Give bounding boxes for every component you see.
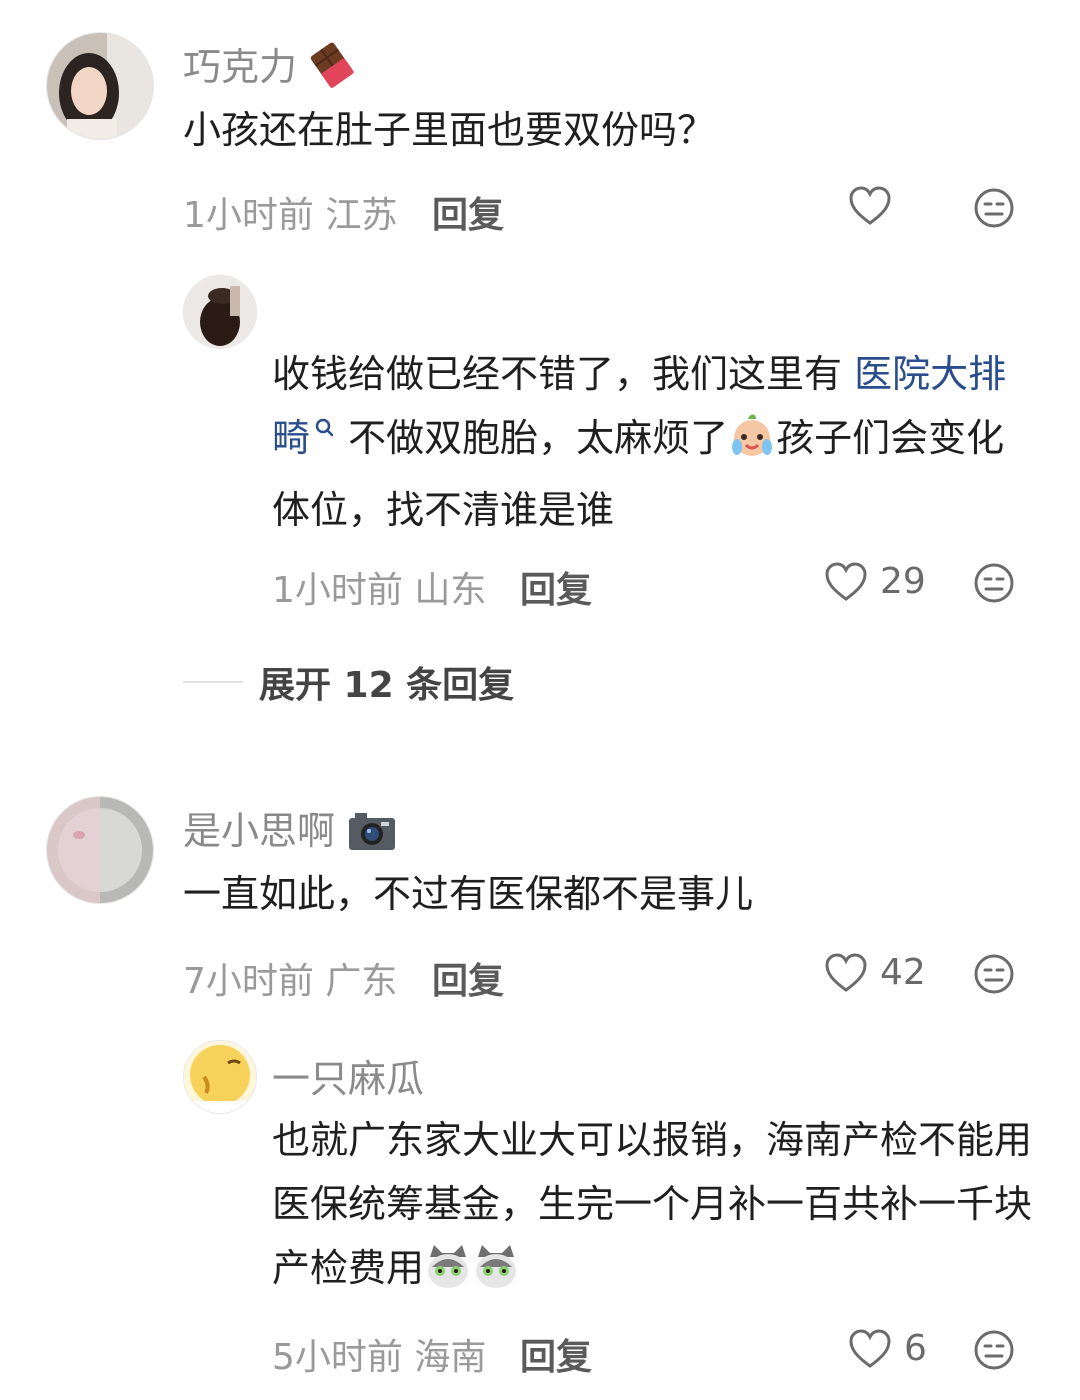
cat-emoji: [472, 1243, 520, 1308]
username[interactable]: 一只麻瓜: [272, 1048, 424, 1103]
timestamp: 1小时前: [272, 570, 403, 611]
comment-meta: 1小时前 江苏: [183, 186, 397, 238]
crying-face-emoji: [728, 411, 776, 478]
comment-meta: 5小时前 海南: [272, 1328, 486, 1380]
reply-button[interactable]: 回复: [520, 1328, 592, 1380]
comment-text: 收钱给做已经不错了，我们这里有 医院大排畸 不做双胞胎，太麻烦了 孩子们会变化体位…: [272, 352, 1007, 532]
avatar[interactable]: [183, 275, 257, 349]
expand-replies-label: 展开 12 条回复: [259, 665, 515, 706]
like-count: 29: [880, 561, 926, 602]
like-button[interactable]: 42: [824, 952, 926, 993]
expand-replies-button[interactable]: 展开 12 条回复: [183, 656, 514, 708]
neutral-face-icon[interactable]: [973, 953, 1015, 995]
location: 广东: [325, 961, 398, 1002]
camera-icon: [347, 810, 397, 861]
comment-text: 也就广东家大业大可以报销，海南产检不能用医保统筹基金，生完一个月补一百共补一千块…: [272, 1108, 1042, 1308]
cat-emoji: [424, 1243, 472, 1308]
heart-outline-icon: [849, 1328, 891, 1368]
like-button[interactable]: 6: [848, 1328, 927, 1369]
reply-button[interactable]: 回复: [432, 952, 504, 1004]
timestamp: 1小时前: [183, 195, 314, 236]
heart-outline-icon: [849, 186, 891, 225]
divider: [183, 681, 243, 683]
search-icon: [315, 418, 334, 437]
like-count: 42: [880, 952, 926, 993]
avatar[interactable]: [46, 32, 154, 140]
location: 山东: [414, 570, 487, 611]
avatar[interactable]: [183, 1040, 257, 1114]
like-button[interactable]: [848, 186, 904, 226]
neutral-face-icon[interactable]: [973, 1329, 1015, 1371]
like-button[interactable]: 29: [824, 561, 926, 602]
location: 海南: [414, 1337, 487, 1378]
comment-meta: 1小时前 山东: [272, 561, 486, 613]
chocolate-icon: [309, 42, 355, 97]
heart-outline-icon: [825, 952, 867, 992]
neutral-face-icon[interactable]: [973, 562, 1015, 604]
location: 江苏: [325, 195, 398, 236]
username[interactable]: 巧克力: [183, 36, 355, 97]
comment-text: 一直如此，不过有医保都不是事儿: [183, 872, 754, 916]
comment-meta: 7小时前 广东: [183, 952, 397, 1004]
heart-outline-icon: [825, 561, 867, 601]
avatar[interactable]: [46, 796, 154, 904]
comment-text: 小孩还在肚子里面也要双份吗？: [183, 108, 716, 152]
neutral-face-icon[interactable]: [973, 187, 1015, 229]
reply-button[interactable]: 回复: [520, 561, 592, 613]
reply-button[interactable]: 回复: [432, 186, 504, 238]
timestamp: 7小时前: [183, 961, 314, 1002]
like-count: 6: [904, 1328, 927, 1369]
username[interactable]: 是小思啊: [183, 800, 397, 861]
timestamp: 5小时前: [272, 1337, 403, 1378]
